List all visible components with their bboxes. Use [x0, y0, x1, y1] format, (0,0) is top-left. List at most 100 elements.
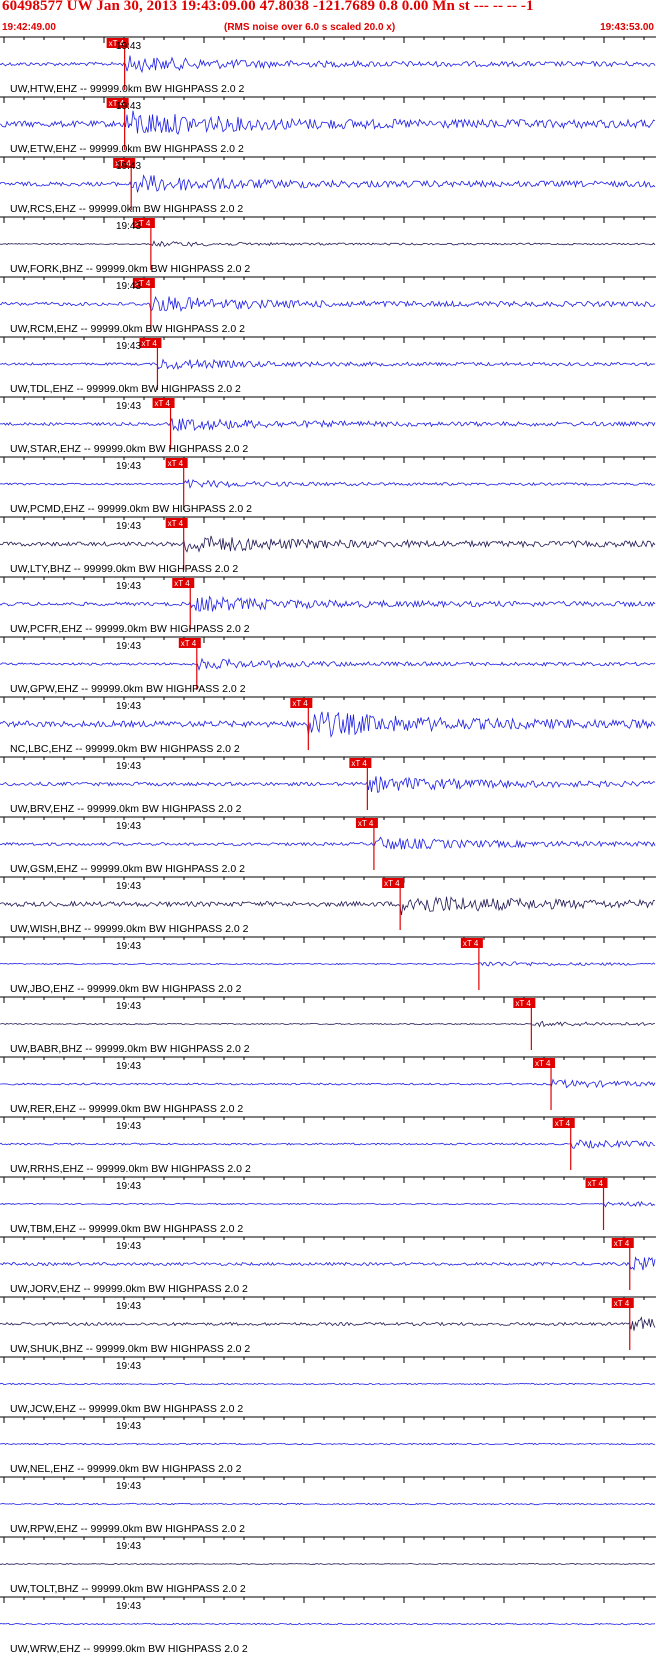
tick-time-label: 19:43 [116, 1181, 141, 1192]
waveform [0, 418, 656, 432]
waveform [0, 1139, 656, 1149]
pick-label: xT 4 [168, 519, 184, 528]
tick-time-label: 19:43 [116, 401, 141, 412]
tick-time-label: 19:43 [116, 1421, 141, 1432]
pick-label: xT 4 [588, 1179, 604, 1188]
trace-row: xT 4 19:43 UW,RER,EHZ -- 99999.0km BW HIGH… [0, 1056, 656, 1115]
tick-time-label: 19:43 [116, 281, 141, 292]
trace-row: 19:43 UW,JCW,EHZ -- 99999.0km BW HIGHPASS… [0, 1356, 656, 1415]
pick-label: xT 4 [515, 999, 531, 1008]
station-label: UW,RPW,EHZ -- 99999.0km BW HIGHPASS 2.0 … [10, 1523, 245, 1535]
waveform [0, 1442, 656, 1446]
station-label: UW,RRHS,EHZ -- 99999.0km BW HIGHPASS 2.0… [10, 1163, 251, 1175]
waveform [0, 595, 656, 612]
waveform [0, 961, 656, 967]
tick-time-label: 19:43 [116, 1541, 141, 1552]
waveform [0, 1200, 656, 1208]
waveform [0, 535, 656, 553]
waveform [0, 478, 656, 489]
trace-row: 19:43 UW,RPW,EHZ -- 99999.0km BW HIGHPASS… [0, 1476, 656, 1535]
tick-time-label: 19:43 [116, 1481, 141, 1492]
trace-row: xT 4 19:43 UW,GSM,EHZ -- 99999.0km BW HIGH… [0, 816, 656, 875]
station-label: UW,RCS,EHZ -- 99999.0km BW HIGHPASS 2.0 … [10, 203, 243, 215]
waveform [0, 1622, 656, 1626]
tick-time-label: 19:43 [116, 101, 141, 112]
trace-row: xT 419:43UW,ETW,EHZ -- 99999.0km BW HIGH… [0, 96, 656, 155]
tick-time-label: 19:43 [116, 941, 141, 952]
tick-time-label: 19:43 [116, 221, 141, 232]
tick-time-label: 19:43 [116, 881, 141, 892]
waveform [0, 240, 656, 248]
waveform [0, 295, 656, 313]
waveform [0, 657, 656, 672]
trace-row: xT 4 19:43 UW,BABR,BHZ -- 99999.0km BW HIG… [0, 996, 656, 1055]
station-label: UW,BRV,EHZ -- 99999.0km BW HIGHPASS 2.0 … [10, 803, 242, 815]
waveform [0, 1502, 656, 1506]
station-label: UW,TOLT,BHZ -- 99999.0km BW HIGHPASS 2.0… [10, 1583, 246, 1595]
trace-row: xT 419:43UW,RCS,EHZ -- 99999.0km BW HIGH… [0, 156, 656, 215]
waveform [0, 836, 656, 850]
pick-label: xT 4 [463, 939, 479, 948]
tick-time-label: 19:43 [116, 161, 141, 172]
station-label: UW,STAR,EHZ -- 99999.0km BW HIGHPASS 2.0… [10, 443, 248, 455]
pick-label: xT 4 [351, 759, 367, 768]
station-label: UW,TBM,EHZ -- 99999.0km BW HIGHPASS 2.0 … [10, 1223, 243, 1235]
waveform [0, 1256, 656, 1271]
waveform [0, 110, 656, 135]
tick-time-label: 19:43 [116, 1121, 141, 1132]
station-label: UW,GPW,EHZ -- 99999.0km BW HIGHPASS 2.0 … [10, 683, 246, 695]
waveform [0, 711, 656, 738]
tick-time-label: 19:43 [116, 461, 141, 472]
waveform [0, 358, 656, 370]
pick-label: xT 4 [155, 399, 171, 408]
tick-time-label: 19:43 [116, 821, 141, 832]
trace-row: xT 4 19:43 UW,JBO,EHZ -- 99999.0km BW HIGH… [0, 936, 656, 995]
station-label: UW,ETW,EHZ -- 99999.0km BW HIGHPASS 2.0 … [10, 143, 244, 155]
pick-label: xT 4 [181, 639, 197, 648]
waveform [0, 1078, 656, 1089]
station-label: UW,NEL,EHZ -- 99999.0km BW HIGHPASS 2.0 … [10, 1463, 242, 1475]
tick-time-label: 19:43 [116, 641, 141, 652]
tick-time-label: 19:43 [116, 41, 141, 52]
waveform [0, 1316, 656, 1331]
station-label: UW,HTW,EHZ -- 99999.0km BW HIGHPASS 2.0 … [10, 83, 245, 95]
trace-row: 19:43 UW,WRW,EHZ -- 99999.0km BW HIGHPASS… [0, 1596, 656, 1655]
tick-time-label: 19:43 [116, 1001, 141, 1012]
station-label: UW,SHUK,BHZ -- 99999.0km BW HIGHPASS 2.0… [10, 1343, 250, 1355]
tick-time-label: 19:43 [116, 701, 141, 712]
waveform [0, 174, 656, 193]
pick-label: xT 4 [174, 579, 190, 588]
trace-row: xT 4 19:43 UW,TBM,EHZ -- 99999.0km BW HIGH… [0, 1176, 656, 1235]
trace-row: xT 4 19:43 UW,STAR,EHZ -- 99999.0km BW HIG… [0, 396, 656, 455]
station-label: UW,JORV,EHZ -- 99999.0km BW HIGHPASS 2.0… [10, 1283, 248, 1295]
trace-row: xT 419:43UW,RCM,EHZ -- 99999.0km BW HIGH… [0, 276, 656, 335]
station-label: UW,BABR,BHZ -- 99999.0km BW HIGHPASS 2.0… [10, 1043, 250, 1055]
station-label: UW,TDL,EHZ -- 99999.0km BW HIGHPASS 2.0 … [10, 383, 241, 395]
waveform [0, 1382, 656, 1386]
trace-row: xT 4 19:43 UW,PCMD,EHZ -- 99999.0km BW HIG… [0, 456, 656, 515]
station-label: UW,JCW,EHZ -- 99999.0km BW HIGHPASS 2.0 … [10, 1403, 243, 1415]
pick-label: xT 4 [535, 1059, 551, 1068]
tick-time-label: 19:43 [116, 1241, 141, 1252]
seismogram-panel: xT 4 19:43 UW,HTW,EHZ -- 99999.0km BW HIGH… [0, 36, 656, 1655]
tick-time-label: 19:43 [116, 1361, 141, 1372]
trace-row: xT 4 19:43 NC,LBC,EHZ -- 99999.0km BW HIGH… [0, 696, 656, 755]
tick-time-label: 19:43 [116, 341, 141, 352]
tick-time-label: 19:43 [116, 761, 141, 772]
station-label: UW,PCFR,EHZ -- 99999.0km BW HIGHPASS 2.0… [10, 623, 250, 635]
station-label: UW,PCMD,EHZ -- 99999.0km BW HIGHPASS 2.0… [10, 503, 252, 515]
trace-row: xT 419:43 UW,TDL,EHZ -- 99999.0km BW HIGH… [0, 336, 656, 395]
station-label: UW,RCM,EHZ -- 99999.0km BW HIGHPASS 2.0 … [10, 323, 245, 335]
trace-row: 19:43 UW,NEL,EHZ -- 99999.0km BW HIGHPASS… [0, 1416, 656, 1475]
trace-row: xT 4 19:43 UW,RRHS,EHZ -- 99999.0km BW HIG… [0, 1116, 656, 1175]
station-label: UW,LTY,BHZ -- 99999.0km BW HIGHPASS 2.0 … [10, 563, 238, 575]
station-label: UW,JBO,EHZ -- 99999.0km BW HIGHPASS 2.0 … [10, 983, 242, 995]
waveform [0, 1563, 656, 1565]
trace-row: xT 4 19:43 UW,SHUK,BHZ -- 99999.0km BW HIG… [0, 1296, 656, 1355]
tick-time-label: 19:43 [116, 1061, 141, 1072]
pick-label: xT 4 [168, 459, 184, 468]
event-title: 60498577 UW Jan 30, 2013 19:43:09.00 47.… [2, 0, 534, 14]
pick-label: xT 4 [358, 819, 374, 828]
waveform [0, 776, 656, 793]
pick-label: xT 4 [141, 339, 157, 348]
